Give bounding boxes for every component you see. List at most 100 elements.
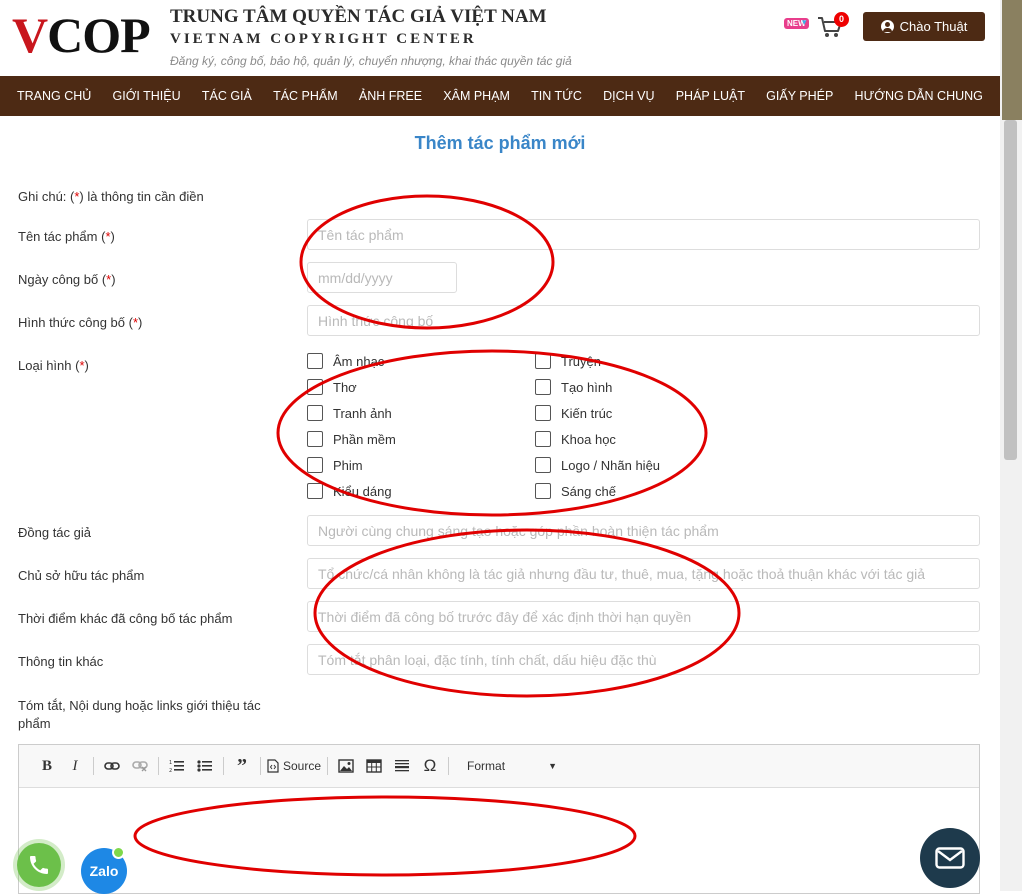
checkbox-box[interactable]	[307, 405, 323, 421]
category-checkbox-photo[interactable]: Tranh ảnh	[307, 405, 392, 421]
table-button[interactable]	[360, 754, 388, 778]
cart-count-badge: 0	[834, 12, 849, 27]
coauthor-input[interactable]	[307, 515, 980, 546]
source-label: Source	[283, 759, 322, 773]
required-star: *	[105, 229, 111, 244]
svg-text:2: 2	[169, 768, 172, 773]
checkbox-box[interactable]	[535, 483, 551, 499]
chevron-down-icon: ▾	[802, 17, 807, 27]
user-greeting: Chào Thuật	[899, 19, 968, 34]
caret-down-icon: ▼	[548, 761, 558, 771]
horizontal-line-button[interactable]	[388, 754, 416, 778]
checkbox-box[interactable]	[535, 379, 551, 395]
checkbox-box[interactable]	[307, 457, 323, 473]
bullet-list-button[interactable]	[191, 754, 219, 778]
phone-icon	[30, 856, 48, 874]
required-star: *	[79, 358, 85, 373]
toolbar-separator	[448, 757, 450, 775]
nav-item-news[interactable]: TIN TỨC	[531, 89, 582, 103]
category-checkbox-science[interactable]: Khoa học	[535, 431, 616, 447]
source-button[interactable]: Source	[265, 754, 323, 778]
blockquote-button[interactable]: ”	[228, 754, 256, 778]
nav-item-infringement[interactable]: XÂM PHẠM	[443, 89, 510, 103]
bold-button[interactable]: B	[33, 754, 61, 778]
editor-toolbar: B I 12 ” Source Ω Format ▼	[19, 745, 979, 788]
owner-label: Chủ sở hữu tác phẩm	[18, 568, 145, 583]
editor-content-area[interactable]	[19, 788, 979, 894]
publish-date-input[interactable]	[307, 262, 457, 293]
link-button[interactable]	[98, 754, 126, 778]
category-checkbox-music[interactable]: Âm nhạc	[307, 353, 384, 369]
user-icon	[880, 20, 894, 33]
nav-item-guide[interactable]: HƯỚNG DẪN CHUNG	[855, 89, 983, 103]
checkbox-box[interactable]	[307, 353, 323, 369]
nav-item-services[interactable]: DỊCH VỤ	[603, 89, 654, 103]
bullet-list-icon	[197, 760, 212, 772]
other-info-label: Thông tin khác	[18, 654, 104, 669]
page-title: Thêm tác phẩm mới	[414, 133, 586, 153]
vcop-logo[interactable]: VCOP	[12, 7, 151, 63]
checkbox-box[interactable]	[307, 483, 323, 499]
nav-item-license[interactable]: GIẤY PHÉP	[766, 89, 833, 103]
label-text: Tên tác phẩm (	[18, 229, 106, 244]
nav-item-home[interactable]: TRANG CHỦ	[17, 89, 91, 103]
format-dropdown[interactable]: Format ▼	[459, 754, 565, 778]
category-checkbox-poetry[interactable]: Thơ	[307, 379, 357, 395]
page-scrollbar[interactable]	[1000, 0, 1022, 891]
nav-item-free-photos[interactable]: ẢNH FREE	[359, 89, 422, 103]
numbered-list-icon: 12	[169, 760, 184, 773]
checkbox-label: Âm nhạc	[333, 353, 385, 369]
checkbox-box[interactable]	[535, 353, 551, 369]
required-star: *	[132, 315, 138, 330]
owner-input[interactable]	[307, 558, 980, 589]
mail-icon	[935, 847, 965, 869]
category-checkbox-logo[interactable]: Logo / Nhãn hiệu	[535, 457, 660, 473]
checkbox-label: Kiến trúc	[561, 405, 613, 421]
work-name-input[interactable]	[307, 219, 980, 250]
nav-item-about[interactable]: GIỚI THIỆU	[113, 89, 181, 103]
nav-item-authors[interactable]: TÁC GIẢ	[202, 89, 252, 103]
toolbar-separator	[260, 757, 261, 775]
publish-date-label: Ngày công bố (*)	[18, 272, 116, 287]
checkbox-box[interactable]	[535, 405, 551, 421]
image-button[interactable]	[332, 754, 360, 778]
other-info-input[interactable]	[307, 644, 980, 675]
publish-form-input[interactable]	[307, 305, 980, 336]
nav-item-works[interactable]: TÁC PHẨM	[273, 89, 338, 103]
category-checkbox-invention[interactable]: Sáng chế	[535, 483, 616, 499]
unlink-button[interactable]	[126, 754, 154, 778]
image-icon	[338, 759, 354, 773]
nav-item-law[interactable]: PHÁP LUẬT	[676, 89, 745, 103]
checkbox-box[interactable]	[307, 379, 323, 395]
phone-call-button[interactable]	[17, 843, 61, 887]
category-checkbox-software[interactable]: Phần mềm	[307, 431, 396, 447]
italic-button[interactable]: I	[61, 754, 89, 778]
logo-letters: COP	[47, 7, 151, 63]
toolbar-separator	[158, 757, 159, 775]
scrollbar-thumb[interactable]	[1004, 120, 1017, 460]
main-nav: TRANG CHỦ GIỚI THIỆU TÁC GIẢ TÁC PHẨM ẢN…	[0, 76, 1000, 116]
link-icon	[104, 762, 120, 770]
user-account-button[interactable]: Chào Thuật	[863, 12, 985, 41]
message-button[interactable]	[920, 828, 980, 888]
svg-text:1: 1	[169, 760, 172, 766]
site-header: VCOP TRUNG TÂM QUYỀN TÁC GIẢ VIỆT NAM VI…	[0, 0, 1000, 76]
checkbox-label: Sáng chế	[561, 483, 616, 499]
special-char-button[interactable]: Ω	[416, 754, 444, 778]
checkbox-label: Tranh ảnh	[333, 405, 392, 421]
checkbox-box[interactable]	[535, 457, 551, 473]
checkbox-label: Khoa học	[561, 431, 616, 447]
category-checkbox-architecture[interactable]: Kiến trúc	[535, 405, 612, 421]
category-label: Loại hình (*)	[18, 358, 89, 373]
checkbox-box[interactable]	[307, 431, 323, 447]
category-checkbox-design[interactable]: Kiểu dáng	[307, 483, 392, 499]
background-strip	[1002, 0, 1022, 120]
checkbox-box[interactable]	[535, 431, 551, 447]
other-publish-time-input[interactable]	[307, 601, 980, 632]
category-checkbox-fine-art[interactable]: Tạo hình	[535, 379, 612, 395]
category-checkbox-story[interactable]: Truyện	[535, 353, 601, 369]
category-checkbox-film[interactable]: Phim	[307, 457, 363, 473]
numbered-list-button[interactable]: 12	[163, 754, 191, 778]
other-publish-time-label: Thời điểm khác đã công bố tác phẩm	[18, 611, 233, 626]
brand-slogan: Đăng ký, công bố, bảo hộ, quản lý, chuyể…	[170, 54, 572, 68]
